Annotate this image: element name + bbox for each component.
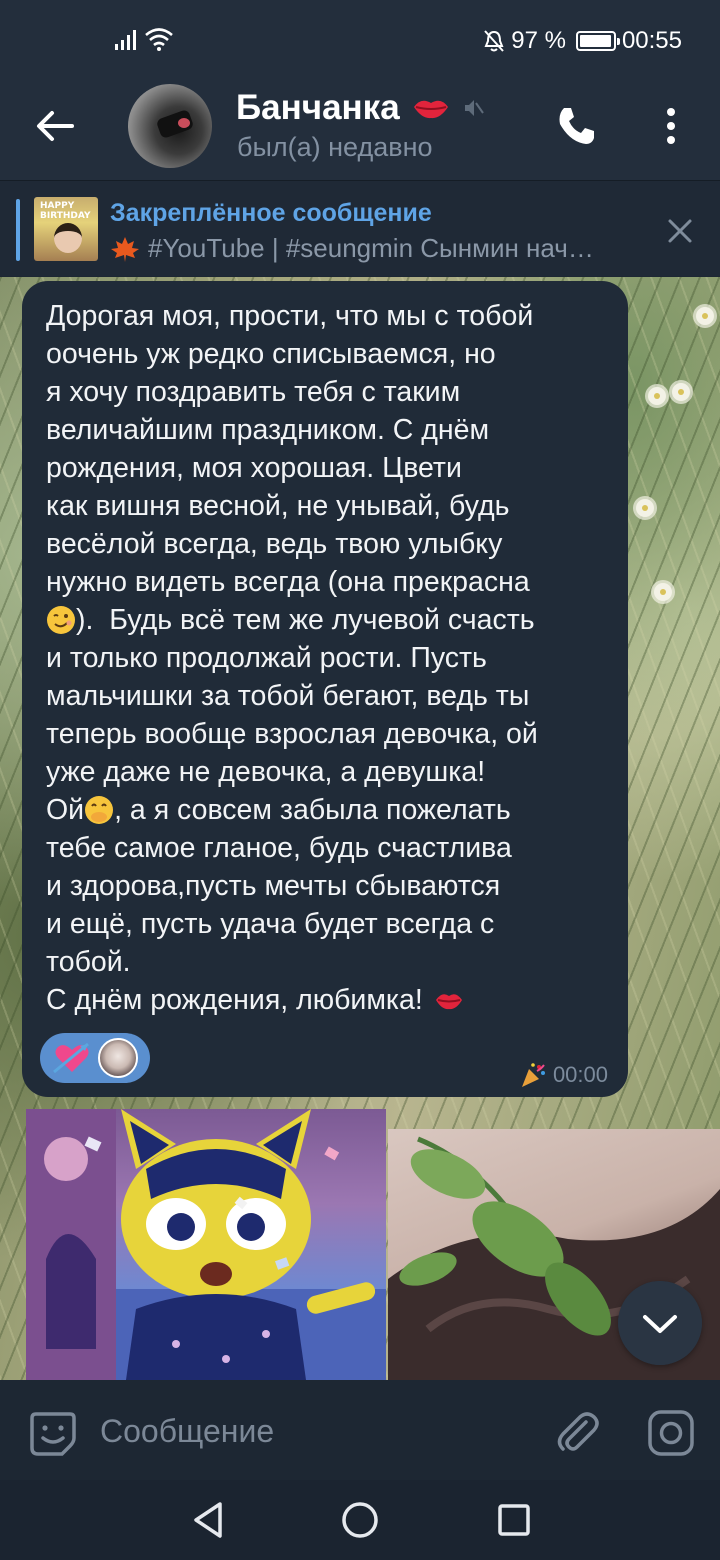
contact-avatar[interactable]: [128, 84, 212, 168]
kiss-lips-icon: [413, 100, 448, 119]
pinned-preview-row: #YouTube | #seungmin Сынмин нач…: [110, 233, 594, 264]
wallpaper-flower: [654, 583, 672, 601]
paperclip-icon[interactable]: [554, 1408, 600, 1456]
battery-icon: [575, 31, 620, 51]
mute-icon: [464, 100, 484, 116]
message-meta: 00:00: [519, 1061, 608, 1089]
signal-icon: [115, 30, 136, 50]
message-time: 00:00: [552, 1062, 608, 1087]
party-popper-icon: [521, 1063, 545, 1087]
close-icon[interactable]: [666, 217, 694, 245]
status-time: 00:55: [621, 27, 682, 54]
maple-leaf-icon: [111, 236, 139, 262]
winking-face-emoji: [47, 606, 75, 634]
pinned-thumbnail-text: HAPPY BIRTHDAY: [40, 201, 91, 221]
wallpaper-flower: [636, 499, 654, 517]
nav-recents-icon[interactable]: [494, 1498, 534, 1542]
pinned-title: Закреплённое сообщение: [110, 199, 432, 227]
last-seen-status: был(а) недавно: [237, 132, 433, 162]
status-bar: 97 % 00:55: [0, 0, 720, 84]
pinned-preview-text: #YouTube | #seungmin Сынмин нач…: [148, 233, 594, 263]
animal-crossing-illustration: [26, 1109, 386, 1380]
heart-with-arrow-icon: [53, 1042, 89, 1074]
contact-name: Банчанка: [236, 88, 400, 127]
battery-percent: 97 %: [511, 27, 566, 54]
wallpaper-flower: [648, 387, 666, 405]
kiss-mark-emoji: [435, 994, 462, 1010]
message-input-bar: [0, 1380, 720, 1480]
pinned-message-bar[interactable]: HAPPY BIRTHDAY Закреплённое сообщение #Y…: [0, 180, 720, 276]
chat-header: Банчанка был(а) недавно: [0, 84, 720, 180]
bell-off-icon: [484, 30, 504, 52]
wifi-icon: [145, 28, 173, 51]
emoji-sticker-icon[interactable]: [28, 1408, 78, 1458]
message-bubble[interactable]: Дорогая моя, прости, что мы с тобой ооче…: [22, 281, 628, 1097]
wallpaper-flower: [696, 307, 714, 325]
nav-back-icon[interactable]: [188, 1498, 228, 1542]
reactor-avatar: [98, 1038, 138, 1078]
message-text-part-2: ). Будь всё тем же лучевой счасть и толь…: [46, 604, 538, 826]
message-text-part-1: Дорогая моя, прости, что мы с тобой ооче…: [46, 300, 534, 598]
message-input[interactable]: [100, 1406, 530, 1456]
message-text-part-3: , а я совсем забыла пожелать тебе самое …: [46, 794, 512, 1016]
nav-home-icon[interactable]: [340, 1498, 380, 1542]
wallpaper-flower: [672, 383, 690, 401]
animal-crossing-photo[interactable]: [26, 1109, 386, 1380]
back-arrow-icon[interactable]: [30, 104, 80, 148]
contact-name-row[interactable]: Банчанка: [236, 88, 484, 128]
face-with-hand-over-mouth-emoji: [85, 796, 114, 824]
reactions-pill[interactable]: [40, 1033, 150, 1083]
system-nav-bar: [0, 1480, 720, 1560]
phone-icon[interactable]: [552, 102, 600, 150]
scroll-down-button[interactable]: [618, 1281, 702, 1365]
more-vertical-icon[interactable]: [656, 102, 686, 150]
message-text: Дорогая моя, прости, что мы с тобой ооче…: [46, 297, 616, 1019]
camera-icon[interactable]: [646, 1408, 696, 1458]
pinned-thumbnail: HAPPY BIRTHDAY: [34, 197, 98, 261]
chat-area[interactable]: Дорогая моя, прости, что мы с тобой ооче…: [0, 277, 720, 1380]
pinned-indicator: [16, 199, 20, 261]
